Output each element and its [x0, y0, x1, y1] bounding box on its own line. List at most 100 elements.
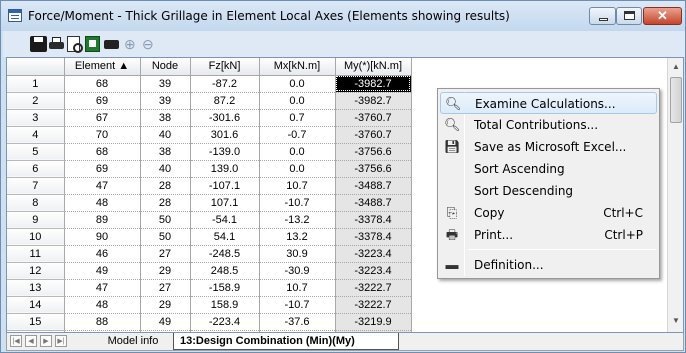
menu-item-definition[interactable]: ▬ Definition...: [440, 254, 657, 276]
cell-my[interactable]: -3982.7: [335, 92, 412, 110]
cell-fz[interactable]: -87.2: [190, 75, 260, 93]
cell-fz[interactable]: -301.6: [190, 109, 260, 127]
table-row[interactable]: 4 70 40 301.6 -0.7 -3760.7: [7, 126, 412, 144]
row-header[interactable]: 12: [7, 262, 65, 280]
cell-my[interactable]: -3982.7: [335, 75, 412, 93]
scrollbar-thumb[interactable]: [670, 77, 682, 123]
table-row[interactable]: 7 47 28 -107.1 10.7 -3488.7: [7, 177, 412, 195]
table-row[interactable]: 11 46 27 -248.5 30.9 -3223.4: [7, 245, 412, 263]
cell-my[interactable]: -3378.4: [335, 228, 412, 246]
cell-fz[interactable]: 301.6: [190, 126, 260, 144]
column-header-element[interactable]: Element ▲: [64, 58, 141, 76]
cell-mx[interactable]: -30.9: [259, 262, 336, 280]
cell-element[interactable]: 67: [64, 109, 141, 127]
row-header[interactable]: 6: [7, 160, 65, 178]
cell-my[interactable]: -3222.7: [335, 279, 412, 297]
row-header[interactable]: 10: [7, 228, 65, 246]
cell-fz[interactable]: 54.1: [190, 228, 260, 246]
zoom-out-icon[interactable]: ⊖: [142, 36, 159, 52]
zoom-in-icon[interactable]: ⊕: [124, 36, 141, 52]
menu-item-examine-calculations[interactable]: 🔍︎ Examine Calculations...: [440, 92, 657, 114]
tab-model-info[interactable]: Model info: [97, 333, 169, 350]
row-header[interactable]: 5: [7, 143, 65, 161]
cell-my[interactable]: -3378.4: [335, 211, 412, 229]
cell-mx[interactable]: -37.6: [259, 313, 336, 331]
cell-node[interactable]: 50: [140, 228, 191, 246]
row-header[interactable]: 11: [7, 245, 65, 263]
cell-element[interactable]: 68: [64, 75, 141, 93]
cell-fz[interactable]: -248.5: [190, 245, 260, 263]
table-row[interactable]: 1 68 39 -87.2 0.0 -3982.7: [7, 75, 412, 93]
cell-my[interactable]: -3760.7: [335, 109, 412, 127]
cell-node[interactable]: 28: [140, 177, 191, 195]
cell-mx[interactable]: -10.7: [259, 296, 336, 314]
save-icon[interactable]: [30, 36, 47, 52]
close-button[interactable]: ✕: [643, 7, 682, 25]
maximize-button[interactable]: [616, 7, 642, 25]
scroll-down-icon[interactable]: ▼: [672, 316, 680, 325]
row-header[interactable]: 4: [7, 126, 65, 144]
prev-tab-icon[interactable]: ◀: [25, 335, 37, 347]
menu-item-save-excel[interactable]: 💾︎ Save as Microsoft Excel...: [440, 136, 657, 158]
last-tab-icon[interactable]: ▶|: [55, 335, 67, 347]
row-header[interactable]: 2: [7, 92, 65, 110]
table-row[interactable]: 3 67 38 -301.6 0.7 -3760.7: [7, 109, 412, 127]
row-header[interactable]: 7: [7, 177, 65, 195]
cell-mx[interactable]: -0.7: [259, 126, 336, 144]
cell-node[interactable]: 38: [140, 143, 191, 161]
cell-mx[interactable]: 0.0: [259, 92, 336, 110]
cell-fz[interactable]: 107.1: [190, 194, 260, 212]
print-icon[interactable]: [48, 36, 65, 52]
cell-element[interactable]: 69: [64, 160, 141, 178]
vertical-scrollbar[interactable]: ▲ ▼: [667, 58, 683, 332]
cell-element[interactable]: 47: [64, 177, 141, 195]
cell-mx[interactable]: 30.9: [259, 245, 336, 263]
cell-my[interactable]: -3488.7: [335, 177, 412, 195]
cell-node[interactable]: 39: [140, 92, 191, 110]
row-header[interactable]: 9: [7, 211, 65, 229]
row-header[interactable]: 14: [7, 296, 65, 314]
column-header-mx[interactable]: Mx[kN.m]: [259, 58, 336, 76]
cell-element[interactable]: 69: [64, 92, 141, 110]
cell-fz[interactable]: 139.0: [190, 160, 260, 178]
column-header-node[interactable]: Node: [140, 58, 191, 76]
table-row[interactable]: 13 47 27 -158.9 10.7 -3222.7: [7, 279, 412, 297]
cell-node[interactable]: 38: [140, 109, 191, 127]
cell-my[interactable]: -3488.7: [335, 194, 412, 212]
cell-fz[interactable]: -158.9: [190, 279, 260, 297]
cell-fz[interactable]: -139.0: [190, 143, 260, 161]
column-header-fz[interactable]: Fz[kN]: [190, 58, 260, 76]
print-preview-icon[interactable]: [67, 36, 83, 53]
cell-element[interactable]: 89: [64, 211, 141, 229]
row-header[interactable]: 1: [7, 75, 65, 93]
cell-element[interactable]: 68: [64, 143, 141, 161]
cell-element[interactable]: 49: [64, 262, 141, 280]
cell-node[interactable]: 27: [140, 279, 191, 297]
cell-my[interactable]: -3760.7: [335, 126, 412, 144]
cell-element[interactable]: 47: [64, 279, 141, 297]
cell-mx[interactable]: 10.7: [259, 279, 336, 297]
cell-node[interactable]: 50: [140, 211, 191, 229]
table-row[interactable]: 14 48 29 158.9 -10.7 -3222.7: [7, 296, 412, 314]
cell-fz[interactable]: 87.2: [190, 92, 260, 110]
table-row[interactable]: 6 69 40 139.0 0.0 -3756.6: [7, 160, 412, 178]
table-row[interactable]: 10 90 50 54.1 13.2 -3378.4: [7, 228, 412, 246]
cell-fz[interactable]: 158.9: [190, 296, 260, 314]
definition-icon[interactable]: [104, 40, 119, 49]
cell-node[interactable]: 40: [140, 126, 191, 144]
cell-fz[interactable]: -107.1: [190, 177, 260, 195]
table-row[interactable]: 9 89 50 -54.1 -13.2 -3378.4: [7, 211, 412, 229]
row-header[interactable]: 3: [7, 109, 65, 127]
menu-item-sort-ascending[interactable]: Sort Ascending: [440, 158, 657, 180]
tab-design-combination[interactable]: 13:Design Combination (Min)(My): [173, 333, 399, 350]
cell-mx[interactable]: -10.7: [259, 194, 336, 212]
cell-element[interactable]: 88: [64, 313, 141, 331]
menu-item-print[interactable]: 🖶︎ Print... Ctrl+P: [440, 224, 657, 246]
excel-icon[interactable]: [85, 36, 100, 52]
cell-fz[interactable]: 248.5: [190, 262, 260, 280]
cell-node[interactable]: 28: [140, 194, 191, 212]
first-tab-icon[interactable]: |◀: [10, 335, 22, 347]
cell-fz[interactable]: -54.1: [190, 211, 260, 229]
cell-element[interactable]: 70: [64, 126, 141, 144]
cell-element[interactable]: 48: [64, 194, 141, 212]
